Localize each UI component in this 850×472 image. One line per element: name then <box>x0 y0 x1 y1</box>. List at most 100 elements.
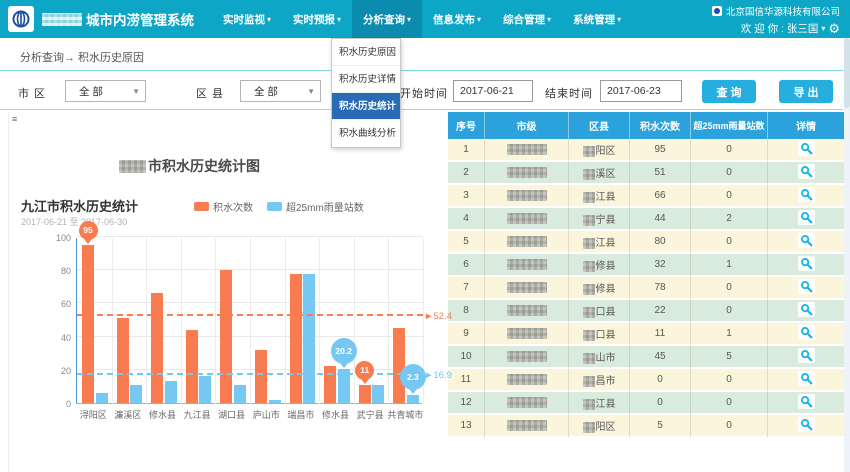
gridline <box>250 238 251 404</box>
bar-station-10 <box>407 395 419 403</box>
censored-district-prefix <box>583 399 595 410</box>
legend-label: 超25mm雨量站数 <box>286 199 364 214</box>
cell-district: 阳区 <box>569 139 630 162</box>
censored-district-prefix <box>583 146 595 157</box>
chevron-down-icon: ▼ <box>307 87 315 96</box>
dropdown-item-3[interactable]: 积水历史统计 <box>332 93 400 120</box>
gridline <box>215 238 216 404</box>
bar-station-9 <box>372 385 384 403</box>
chart-subtitle: 2017-06-21 至 2017-06-30 <box>21 215 127 228</box>
cell-stations: 2 <box>691 208 768 231</box>
detail-magnifier-icon[interactable] <box>798 210 815 225</box>
detail-magnifier-icon[interactable] <box>798 187 815 202</box>
bar-chart-plot: ►52.4►16.99520.2112.3 <box>76 238 422 404</box>
cell-seq: 6 <box>448 254 485 277</box>
bar-flood-6 <box>255 350 267 403</box>
settings-gear-icon[interactable]: ⚙ <box>828 22 840 35</box>
district-select[interactable]: 全 部 ▼ <box>240 80 321 102</box>
mark-point-pin: 11 <box>355 361 374 380</box>
start-date-input[interactable] <box>453 80 533 102</box>
cell-floods: 45 <box>630 346 691 369</box>
panel-menu-icon[interactable]: ≡ <box>12 115 17 124</box>
export-button[interactable]: 导 出 <box>779 80 833 103</box>
x-tick-label: 庐山市 <box>249 408 284 421</box>
bar-flood-3 <box>151 293 163 403</box>
censored-city-text <box>507 420 547 431</box>
pin-tail <box>84 239 92 244</box>
cell-district: 江县 <box>569 392 630 415</box>
end-date-input[interactable] <box>600 80 682 102</box>
query-button[interactable]: 查 询 <box>702 80 756 103</box>
detail-magnifier-icon[interactable] <box>798 371 815 386</box>
bar-flood-1 <box>82 245 94 403</box>
filter-bar: 市 区 全 部 ▼ 区 县 全 部 ▼ 开始时间 结束时间 查 询 导 出 <box>0 72 843 110</box>
cell-city <box>485 415 569 438</box>
dropdown-item-1[interactable]: 积水历史原因 <box>332 39 400 66</box>
detail-magnifier-icon[interactable] <box>798 141 815 156</box>
y-tick-label: 60 <box>61 299 71 309</box>
bar-flood-4 <box>186 330 198 403</box>
dropdown-item-4[interactable]: 积水曲线分析 <box>332 120 400 147</box>
detail-magnifier-icon[interactable] <box>798 394 815 409</box>
cell-city <box>485 277 569 300</box>
nav-item-5[interactable]: 综合管理▾ <box>492 0 562 38</box>
table-row: 5江县800 <box>448 231 844 254</box>
column-header: 积水次数 <box>630 112 691 139</box>
dropdown-item-2[interactable]: 积水历史详情 <box>332 66 400 93</box>
pin-tail <box>361 379 369 384</box>
detail-magnifier-icon[interactable] <box>798 279 815 294</box>
censored-city-text <box>507 236 547 247</box>
cell-seq: 5 <box>448 231 485 254</box>
nav-item-4[interactable]: 信息发布▾ <box>422 0 492 38</box>
breadcrumb: 分析查询→ 积水历史原因 <box>20 49 144 65</box>
cell-city <box>485 231 569 254</box>
nav-item-3[interactable]: 分析查询▾ <box>352 0 422 38</box>
x-tick-label: 湖口县 <box>214 408 249 421</box>
x-tick-label: 共青城市 <box>387 408 422 421</box>
scrollbar-thumb[interactable] <box>844 38 850 108</box>
cell-detail <box>768 231 844 254</box>
nav-item-1[interactable]: 实时监视▾ <box>212 0 282 38</box>
detail-magnifier-icon[interactable] <box>798 164 815 179</box>
cell-floods: 5 <box>630 415 691 438</box>
analysis-query-dropdown: 积水历史原因积水历史详情积水历史统计积水曲线分析 <box>331 38 401 148</box>
city-label: 市 区 <box>18 85 46 101</box>
cell-seq: 12 <box>448 392 485 415</box>
user-menu[interactable]: 欢 迎 你 : 张三国 ▾ ⚙ <box>712 21 840 36</box>
cell-seq: 1 <box>448 139 485 162</box>
city-select[interactable]: 全 部 ▼ <box>65 80 146 102</box>
detail-magnifier-icon[interactable] <box>798 325 815 340</box>
censored-district-prefix <box>583 261 595 272</box>
bar-station-6 <box>269 400 281 403</box>
censored-district-prefix <box>583 330 595 341</box>
cell-stations: 0 <box>691 139 768 162</box>
cell-floods: 44 <box>630 208 691 231</box>
detail-magnifier-icon[interactable] <box>798 348 815 363</box>
detail-magnifier-icon[interactable] <box>798 302 815 317</box>
cell-city <box>485 392 569 415</box>
censored-city-text <box>507 259 547 270</box>
table-row: 4宁县442 <box>448 208 844 231</box>
legend-item[interactable]: 积水次数 <box>194 199 253 214</box>
nav-item-6[interactable]: 系统管理▾ <box>562 0 632 38</box>
table-row: 9口县111 <box>448 323 844 346</box>
detail-magnifier-icon[interactable] <box>798 256 815 271</box>
legend-swatch <box>194 202 209 211</box>
table-row: 13阳区50 <box>448 415 844 438</box>
x-tick-label: 修水县 <box>318 408 353 421</box>
bar-flood-8 <box>324 366 336 403</box>
legend-item[interactable]: 超25mm雨量站数 <box>267 199 364 214</box>
legend-label: 积水次数 <box>213 199 253 214</box>
cell-seq: 11 <box>448 369 485 392</box>
cell-city <box>485 162 569 185</box>
mark-point-pin: 20.2 <box>331 338 357 364</box>
gridline <box>285 238 286 404</box>
detail-magnifier-icon[interactable] <box>798 417 815 432</box>
column-header: 超25mm雨量站数 <box>691 112 768 139</box>
detail-magnifier-icon[interactable] <box>798 233 815 248</box>
censored-district-prefix <box>583 169 595 180</box>
x-tick-label: 濂溪区 <box>111 408 146 421</box>
nav-item-2[interactable]: 实时预报▾ <box>282 0 352 38</box>
censored-district-prefix <box>583 422 595 433</box>
scrollbar-track[interactable] <box>844 38 850 472</box>
